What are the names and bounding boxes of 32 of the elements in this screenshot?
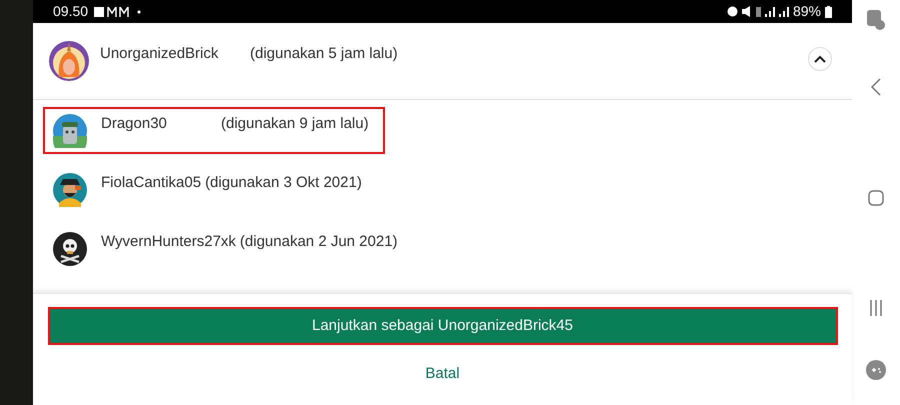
home-icon[interactable] xyxy=(868,190,884,206)
avatar-icon xyxy=(53,172,87,206)
last-used-text: (digunakan 3 Okt 2021) xyxy=(205,173,362,194)
last-used-text: (digunakan 2 Jun 2021) xyxy=(240,232,398,252)
back-icon[interactable] xyxy=(871,78,881,96)
account-item[interactable]: Dragon30 (digunakan 9 jam lalu) xyxy=(43,107,385,154)
continue-button[interactable]: Lanjutkan sebagai UnorganizedBrick45 xyxy=(48,307,838,345)
account-name: UnorganizedBrick xyxy=(100,44,220,64)
cancel-button[interactable]: Batal xyxy=(419,363,466,386)
avatar-icon xyxy=(49,41,89,81)
account-item[interactable]: FiolaCantika05 (digunakan 3 Okt 2021) xyxy=(43,166,370,213)
avatar-icon xyxy=(53,114,87,148)
collapse-button[interactable] xyxy=(808,46,832,70)
game-icon[interactable] xyxy=(866,360,886,380)
battery-text: 89% xyxy=(792,2,821,21)
account-name: Dragon30 xyxy=(101,114,168,134)
last-used-text: (digunakan 5 jam lalu) xyxy=(250,44,398,64)
chevron-icon xyxy=(814,54,826,62)
clock-text: 09.50 xyxy=(53,2,88,21)
mute-icon xyxy=(742,6,752,17)
battery-icon xyxy=(825,6,832,18)
account-name: FiolaCantika05 xyxy=(101,173,202,194)
account-name: WyvernHunters27xk xyxy=(101,232,236,252)
account-item[interactable]: WyvernHunters27xk (digunakan 2 Jun 2021) xyxy=(43,225,406,272)
network-icon xyxy=(756,6,761,16)
signal-icon xyxy=(764,6,775,16)
touch-icon[interactable] xyxy=(867,10,885,30)
alarm-icon xyxy=(726,6,738,17)
last-used-text: (digunakan 9 jam lalu) xyxy=(221,114,369,134)
signal-icon xyxy=(778,6,789,16)
recents-icon[interactable] xyxy=(869,300,883,316)
avatar-icon xyxy=(53,232,87,266)
